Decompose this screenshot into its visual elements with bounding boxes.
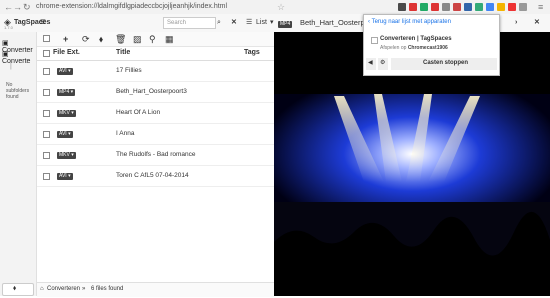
delete-icon[interactable]: 🗑: [115, 34, 126, 44]
extension-icon[interactable]: [475, 3, 483, 11]
file-title-cell[interactable]: Toren C AfL5 07-04-2014: [116, 172, 189, 179]
extension-icon[interactable]: [497, 3, 505, 11]
view-mode-dropdown[interactable]: List: [256, 17, 267, 28]
table-row[interactable]: AVI ▾ I Anna: [37, 124, 274, 145]
file-table-header: File Ext. Title Tags: [37, 47, 274, 61]
file-ext-tag[interactable]: MP4 ▾: [57, 89, 76, 96]
file-title-cell[interactable]: I Anna: [116, 130, 134, 137]
header-checkbox[interactable]: [43, 50, 50, 57]
select-all-checkbox[interactable]: [43, 35, 50, 42]
breadcrumb-folder[interactable]: Converteren: [47, 286, 80, 292]
hamburger-menu-icon[interactable]: ≡: [40, 17, 46, 28]
tab-icon: [371, 37, 378, 44]
file-title-cell[interactable]: 17 Fillies: [116, 67, 142, 74]
zoom-icon[interactable]: ⚲: [149, 34, 156, 44]
folder-icon: ▣: [2, 51, 9, 58]
row-checkbox[interactable]: [43, 131, 50, 138]
extension-icon[interactable]: [398, 3, 406, 11]
chevron-left-icon: ‹: [368, 19, 370, 25]
column-header-tags[interactable]: Tags: [244, 49, 260, 56]
add-file-icon[interactable]: +: [63, 34, 68, 44]
cast-playing-on: Afspelen op Chromecast1906: [380, 45, 448, 51]
file-title-cell[interactable]: The Rudolfs - Bad romance: [116, 151, 195, 158]
extension-icon[interactable]: [453, 3, 461, 11]
forward-arrow-icon[interactable]: →: [13, 2, 22, 12]
extension-icon[interactable]: [519, 3, 527, 11]
volume-icon: ◀: [368, 60, 373, 66]
stop-casting-button[interactable]: Casten stoppen: [391, 58, 497, 70]
no-subfolders-message: No subfolders found: [6, 82, 30, 100]
home-folder-icon[interactable]: ⌂: [40, 286, 44, 292]
folder-navigator: ▣ Converter ▣ Converte | No subfolders f…: [0, 32, 37, 296]
row-checkbox[interactable]: [43, 68, 50, 75]
tags-icon: ⬧: [13, 285, 17, 292]
extension-icon[interactable]: [420, 3, 428, 11]
browser-toolbar: ← → ↻ chrome-extension://ldalmgifdlgpiad…: [0, 0, 550, 15]
table-row[interactable]: AVI ▾ 17 Fillies: [37, 61, 274, 82]
table-row[interactable]: AVI ▾ Toren C AfL5 07-04-2014: [37, 166, 274, 187]
tag-library-button[interactable]: ⬧: [2, 283, 34, 296]
menu-icon[interactable]: ≡: [538, 2, 543, 12]
file-ext-tag[interactable]: AVI ▾: [57, 68, 73, 75]
row-checkbox[interactable]: [43, 173, 50, 180]
file-title-cell[interactable]: Beth_Hart_Oosterpoort3: [116, 88, 187, 95]
file-actions-bar: + ⟳ ⬧ 🗑 ▨ ⚲ ▦: [37, 32, 274, 47]
row-checkbox[interactable]: [43, 110, 50, 117]
extension-icon[interactable]: [431, 3, 439, 11]
file-ext-tag[interactable]: AVI ▾: [57, 173, 73, 180]
table-row[interactable]: MKV ▾ Heart Of A Lion: [37, 103, 274, 124]
extension-icon[interactable]: [409, 3, 417, 11]
row-checkbox[interactable]: [43, 89, 50, 96]
back-arrow-icon[interactable]: ←: [4, 2, 13, 12]
extension-icon[interactable]: [508, 3, 516, 11]
settings-button[interactable]: ⚙: [378, 58, 388, 70]
file-ext-tag[interactable]: MKV ▾: [57, 110, 76, 117]
row-checkbox[interactable]: [43, 152, 50, 159]
status-bar: ⌂ Converteren » 6 files found: [37, 282, 274, 297]
file-ext-tag[interactable]: MKV ▾: [57, 152, 76, 159]
app-version: 1.7.0: [4, 25, 13, 30]
search-input[interactable]: Search: [163, 17, 216, 29]
clear-search-icon[interactable]: ✕: [231, 17, 237, 28]
refresh-icon[interactable]: ⟳: [82, 34, 90, 44]
table-row[interactable]: MP4 ▾ Beth_Hart_Oosterpoort3: [37, 82, 274, 103]
image-icon[interactable]: ▨: [133, 34, 142, 44]
folder-icon: ▣: [2, 40, 9, 47]
cast-tab-title: Converteren | TagSpaces: [380, 36, 452, 42]
breadcrumb-separator: »: [82, 286, 86, 292]
back-link[interactable]: ‹ Terug naar lijst met apparaten: [368, 19, 451, 25]
file-type-badge: MP4: [278, 21, 293, 28]
cast-icon[interactable]: [486, 3, 494, 11]
file-ext-tag[interactable]: AVI ▾: [57, 131, 73, 138]
view-mode-icon[interactable]: ☰: [246, 17, 252, 28]
bookmark-star-icon[interactable]: ☆: [277, 2, 285, 12]
address-bar[interactable]: chrome-extension://ldalmgifdlgpiadeccbcj…: [36, 2, 227, 12]
extension-icon[interactable]: [464, 3, 472, 11]
sidebar-item-converte[interactable]: ▣ Converte: [2, 50, 36, 65]
gear-icon: ⚙: [380, 60, 386, 66]
cast-popup: ‹ Terug naar lijst met apparaten Convert…: [363, 14, 500, 76]
extension-icon[interactable]: [442, 3, 450, 11]
search-icon[interactable]: ⌕: [217, 17, 221, 28]
column-header-file-ext[interactable]: File Ext.: [53, 49, 80, 56]
chevron-down-icon[interactable]: ▾: [270, 17, 274, 28]
volume-button[interactable]: ◀: [366, 58, 376, 70]
grid-icon[interactable]: ▦: [165, 34, 174, 44]
table-row[interactable]: MKV ▾ The Rudolfs - Bad romance: [37, 145, 274, 166]
next-file-icon[interactable]: ›: [515, 17, 517, 28]
files-found-count: 6 files found: [91, 286, 124, 292]
close-file-icon[interactable]: ✕: [534, 17, 540, 28]
file-title-cell[interactable]: Heart Of A Lion: [116, 109, 160, 116]
reload-icon[interactable]: ↻: [23, 2, 31, 12]
folder-path-line: |: [10, 63, 12, 70]
tag-icon[interactable]: ⬧: [99, 34, 103, 44]
column-header-title[interactable]: Title: [116, 49, 130, 56]
